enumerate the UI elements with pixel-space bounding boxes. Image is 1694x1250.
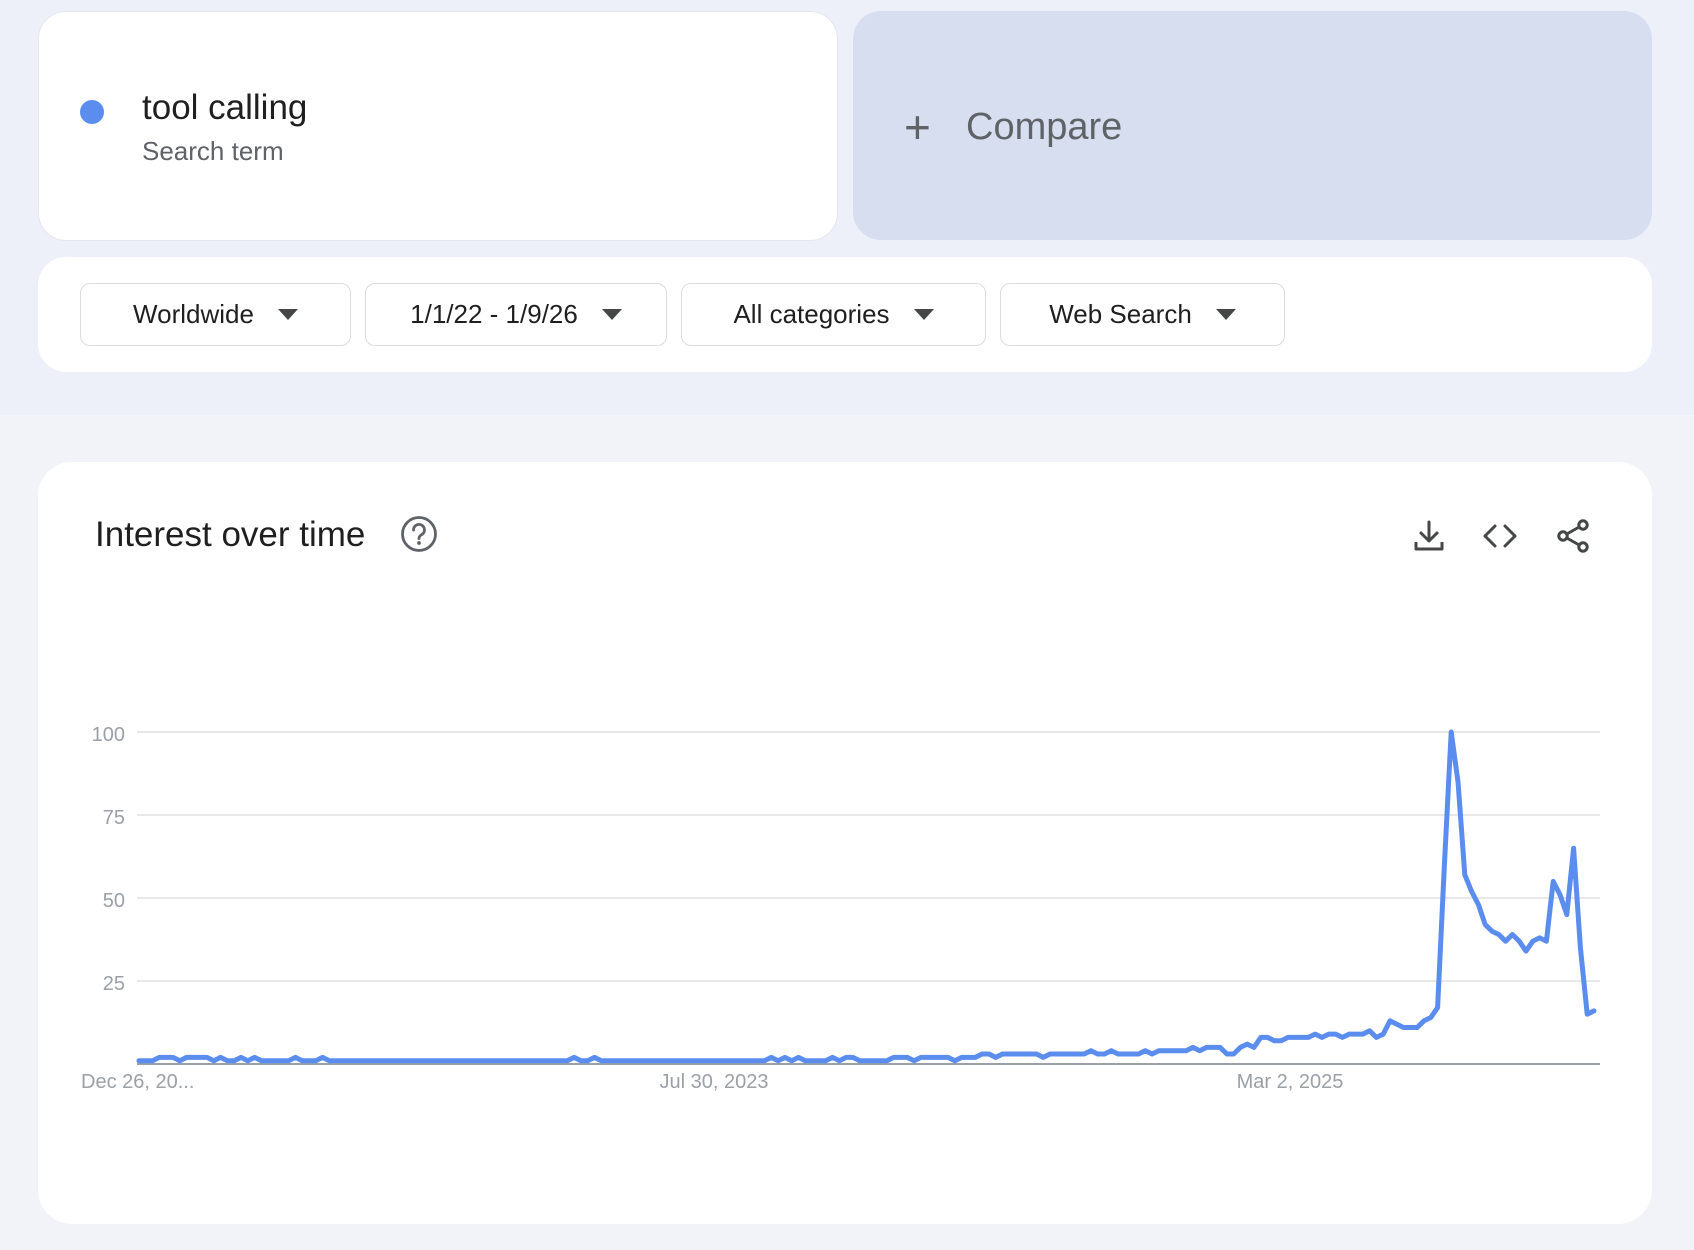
x-tick-label: Mar 2, 2025 bbox=[1237, 1071, 1344, 1093]
x-tick-label: Dec 26, 20... bbox=[81, 1071, 194, 1093]
y-tick-label: 25 bbox=[103, 973, 125, 995]
series-line-tool-calling bbox=[136, 729, 1597, 1064]
interest-chart: 100 75 50 25 Dec 26, 20... Jul 30, 2023 Mar 2,… bbox=[81, 724, 1600, 1093]
y-tick-label: 75 bbox=[103, 807, 125, 829]
y-tick-label: 50 bbox=[103, 890, 125, 912]
y-tick-label: 100 bbox=[92, 724, 125, 746]
x-tick-label: Jul 30, 2023 bbox=[660, 1071, 769, 1093]
